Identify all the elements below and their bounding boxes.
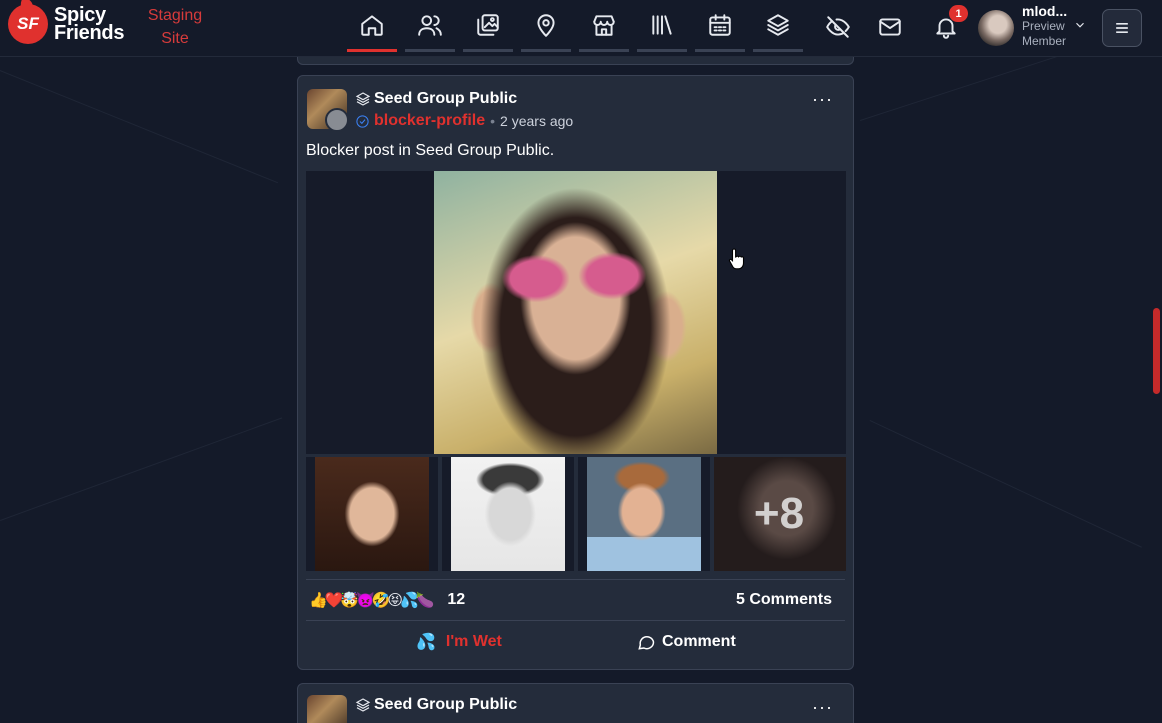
user-role-line2: Member [1022,34,1067,48]
top-navigation-bar: SF Spicy Friends Staging Site 1 mlod... … [0,0,1162,57]
next-post-card: Seed Group Public ··· [297,683,854,723]
post-photo[interactable] [434,171,717,454]
map-pin-icon [537,13,555,37]
main-nav [347,0,803,52]
avatar [978,10,1014,46]
logo-badge: SF [8,4,48,44]
notification-count-badge: 1 [949,5,968,22]
menu-icon [1116,23,1128,33]
post-media-thumbnails: +8 [306,457,846,571]
chevron-down-icon [1076,22,1085,28]
user-name: mlod... [1022,3,1068,19]
post-header: Seed Group Public blocker-profile • 2 ye… [307,89,573,133]
separator-dot: • [490,113,496,129]
comment-button-label: Comment [662,633,736,650]
reactions-summary[interactable]: 👍❤️🤯👿🤣😝💦🍆 12 [309,588,465,612]
group-avatar[interactable] [307,695,347,723]
nav-library[interactable] [637,0,687,52]
post-header: Seed Group Public [307,695,517,723]
messages-button[interactable] [876,13,904,41]
user-role-line1: Preview [1022,19,1065,33]
nav-groups[interactable] [753,0,803,52]
mail-icon [879,18,901,36]
hand-cursor-icon [728,248,745,270]
page-scrollbar[interactable] [1153,308,1160,394]
react-button-label: I'm Wet [445,633,502,650]
more-options-button[interactable]: ··· [812,90,833,108]
hide-content-button[interactable] [824,13,852,41]
nav-events[interactable] [695,0,745,52]
site-logo[interactable]: SF Spicy Friends [8,4,124,44]
nav-friends[interactable] [405,0,455,52]
layers-icon [355,698,371,712]
calendar-icon [709,13,731,36]
group-name-link[interactable]: Seed Group Public [374,696,517,714]
post-timestamp[interactable]: 2 years ago [500,113,573,129]
layers-icon [767,13,789,36]
nav-store[interactable] [579,0,629,52]
photo-thumbnail[interactable] [442,457,574,571]
hamburger-menu-button[interactable] [1102,9,1142,47]
comment-button[interactable]: Comment [636,628,736,656]
reaction-emojis: 👍❤️🤯👿🤣😝💦🍆 [309,592,434,609]
more-options-button[interactable]: ··· [812,698,833,716]
nav-places[interactable] [521,0,571,52]
layers-icon [355,92,371,106]
reactions-count: 12 [447,591,466,608]
post-card: Seed Group Public blocker-profile • 2 ye… [297,75,854,670]
user-menu[interactable]: mlod... Preview Member [978,4,1087,49]
react-button[interactable]: 💦 I'm Wet [416,628,502,656]
eye-off-icon [826,16,850,38]
droplets-icon: 💦 [416,634,436,651]
post-text: Blocker post in Seed Group Public. [306,142,555,159]
comments-count-link[interactable]: 5 Comments [736,591,832,609]
environment-label: Staging Site [147,7,203,47]
group-avatar[interactable] [307,89,349,132]
notifications-button[interactable]: 1 [932,5,968,41]
logo-text: Spicy Friends [54,4,125,44]
divider [306,620,845,621]
author-name-link[interactable]: blocker-profile [374,112,485,130]
store-icon [593,14,615,36]
photo-thumbnail[interactable] [578,457,710,571]
home-icon [361,14,383,36]
more-photos-count: +8 [753,489,805,538]
group-name-link[interactable]: Seed Group Public [374,90,517,108]
author-avatar[interactable] [325,108,349,132]
comment-icon [638,636,655,650]
photo-thumbnail[interactable] [306,457,438,571]
divider [306,579,845,580]
users-icon [418,14,442,36]
library-icon [652,14,672,35]
gallery-icon [477,13,499,36]
post-media-main[interactable] [306,171,846,454]
nav-home[interactable] [347,0,397,52]
photo-thumbnail-more[interactable]: +8 [714,457,846,571]
verified-icon [356,114,369,128]
nav-photos[interactable] [463,0,513,52]
